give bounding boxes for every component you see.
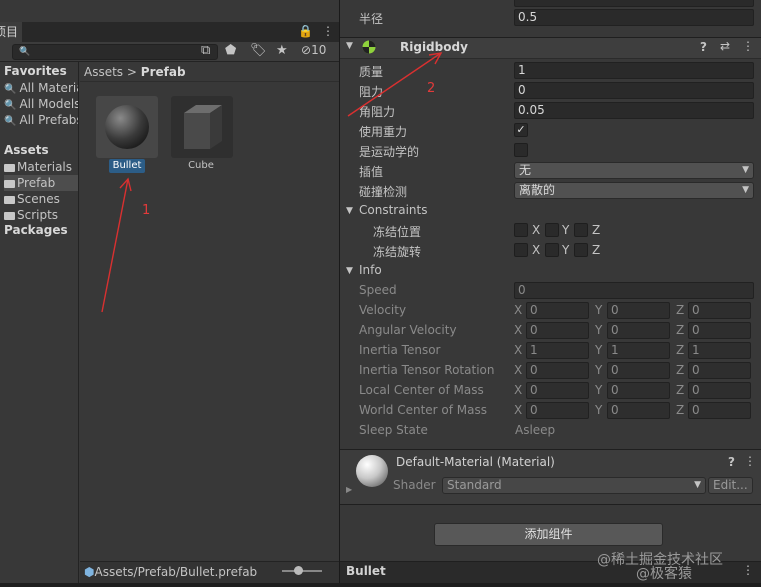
annotation-arrows xyxy=(101,52,443,313)
annotation-arrow-1 xyxy=(101,178,129,313)
watermark-line2: @极客猿 xyxy=(636,566,692,582)
annotation-label-2: 2 xyxy=(427,81,436,96)
annotation-label-1: 1 xyxy=(142,203,151,218)
